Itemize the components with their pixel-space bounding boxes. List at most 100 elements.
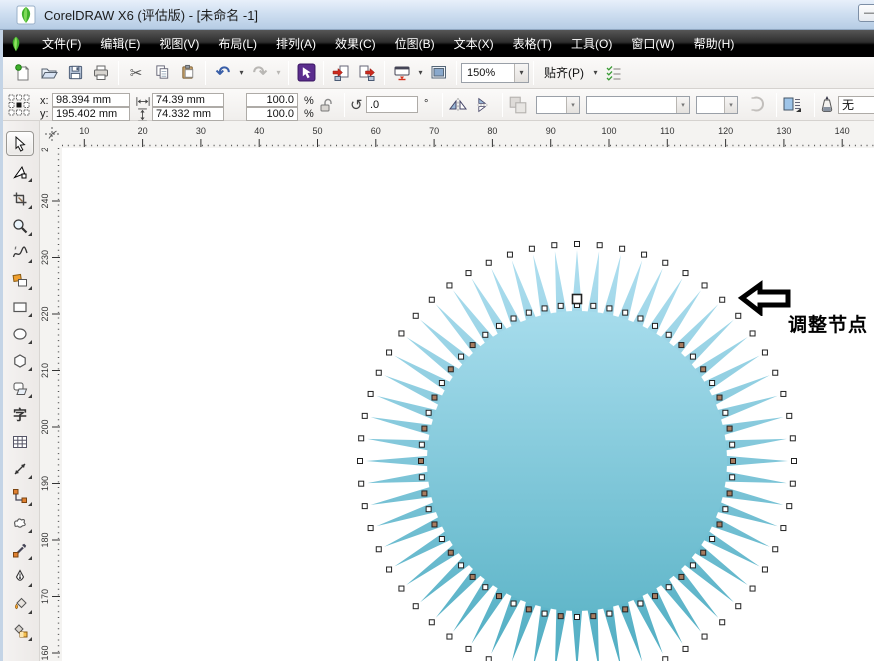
snap-dropdown[interactable]: ▾ [590,60,601,86]
app-menu-icon[interactable] [8,36,24,52]
basic-shapes-tool[interactable] [6,375,34,400]
mirror-horizontal-icon[interactable] [448,97,468,113]
outline-pen-tool[interactable] [6,564,34,589]
zoom-tool[interactable] [6,213,34,238]
search-content-button[interactable] [293,60,319,86]
scale-horizontal-input[interactable] [246,93,298,107]
drawing-canvas[interactable]: 调整节点 [62,148,874,661]
menu-bitmaps[interactable]: 位图(B) [387,30,443,57]
text-wrap-icon[interactable] [782,95,802,113]
rotation-angle-input[interactable] [366,96,418,113]
svg-text:200: 200 [40,419,50,434]
basic-shapes-icon [12,380,28,396]
degree-sign: ° [424,98,428,110]
outline-style-combo[interactable]: ▾ [536,96,580,114]
x-position-input[interactable] [52,93,130,107]
horizontal-ruler[interactable]: 102030405060708090100110120130140150 [62,121,874,148]
percent-sign: % [304,108,314,120]
ellipse-tool[interactable] [6,321,34,346]
rectangle-tool[interactable] [6,294,34,319]
chevron-down-icon[interactable]: ▾ [676,97,689,113]
polygon-tool[interactable] [6,348,34,373]
print-button[interactable] [88,60,114,86]
ruler-origin-icon[interactable] [44,126,60,142]
vertical-ruler[interactable]: 250240230220210200190180170160 [40,148,62,661]
welcome-screen-button[interactable] [426,60,452,86]
svg-text:50: 50 [312,126,322,136]
application-launcher-button[interactable] [389,60,415,86]
cut-button[interactable]: ✂ [123,60,149,86]
undo-dropdown[interactable]: ▾ [236,60,247,86]
outline-units-combo[interactable]: ▾ [696,96,738,114]
redo-button[interactable]: ↷ [247,60,273,86]
import-button[interactable] [328,60,354,86]
fill-tool[interactable] [6,591,34,616]
minimize-button[interactable]: — [858,4,874,22]
magnifier-icon [12,218,28,234]
undo-button[interactable]: ↶ [210,60,236,86]
pick-tool[interactable] [6,131,34,156]
table-tool[interactable] [6,429,34,454]
menu-layout[interactable]: 布局(L) [210,30,265,57]
paste-button[interactable] [175,60,201,86]
connector-tool[interactable] [6,483,34,508]
lock-ratio-icon[interactable] [318,97,334,113]
distort-cloud-icon [12,515,28,531]
application-launcher-icon [393,64,411,82]
menu-effects[interactable]: 效果(C) [327,30,384,57]
open-button[interactable] [36,60,62,86]
freehand-curve-icon [12,245,28,261]
new-document-icon [14,64,32,82]
menu-file[interactable]: 文件(F) [34,30,89,57]
save-button[interactable] [62,60,88,86]
menu-help[interactable]: 帮助(H) [686,30,743,57]
menu-view[interactable]: 视图(V) [151,30,207,57]
svg-text:130: 130 [776,126,791,136]
menu-edit[interactable]: 编辑(E) [92,30,148,57]
chevron-down-icon[interactable]: ▾ [724,97,737,113]
snap-to-button[interactable]: 贴齐(P) [538,64,590,81]
outline-color-value[interactable]: 无 [838,96,874,114]
shape-tool[interactable] [6,159,34,184]
menu-text[interactable]: 文本(X) [446,30,502,57]
svg-text:70: 70 [429,126,439,136]
table-grid-icon [12,434,28,450]
svg-text:10: 10 [79,126,89,136]
y-position-input[interactable] [52,107,130,121]
options-button[interactable] [601,60,627,86]
x-position-label: x: [40,95,49,107]
new-document-button[interactable] [10,60,36,86]
mirror-vertical-icon[interactable] [474,97,490,113]
sun-shape[interactable] [62,148,874,661]
polygon-hexagon-icon [12,353,28,369]
annotation-arrow-icon [734,276,794,316]
menu-window[interactable]: 窗口(W) [623,30,682,57]
object-width-input[interactable] [152,93,224,107]
object-height-input[interactable] [152,107,224,121]
eyedropper-tool[interactable] [6,537,34,562]
redo-dropdown[interactable]: ▾ [273,60,284,86]
toolbar-separator [456,61,457,85]
export-button[interactable] [354,60,380,86]
zoom-level-combo[interactable]: 150% ▾ [461,63,529,83]
shape-edit-tool[interactable] [6,510,34,535]
smart-fill-tool[interactable] [6,267,34,292]
launcher-dropdown[interactable]: ▾ [415,60,426,86]
svg-text:180: 180 [40,532,50,547]
paint-bucket-icon [12,596,28,612]
crop-tool[interactable] [6,186,34,211]
chevron-down-icon[interactable]: ▾ [566,97,579,113]
text-tool[interactable]: 字 [6,402,34,427]
freehand-tool[interactable] [6,240,34,265]
menu-tools[interactable]: 工具(O) [563,30,620,57]
dimension-tool[interactable] [6,456,34,481]
menu-table[interactable]: 表格(T) [505,30,560,57]
copy-button[interactable] [149,60,175,86]
menu-arrange[interactable]: 排列(A) [268,30,324,57]
interactive-fill-tool[interactable] [6,618,34,643]
svg-text:20: 20 [138,126,148,136]
chevron-down-icon[interactable]: ▾ [514,64,528,82]
outline-width-combo[interactable]: ▾ [586,96,690,114]
toolbar-separator [288,61,289,85]
scale-vertical-input[interactable] [246,107,298,121]
